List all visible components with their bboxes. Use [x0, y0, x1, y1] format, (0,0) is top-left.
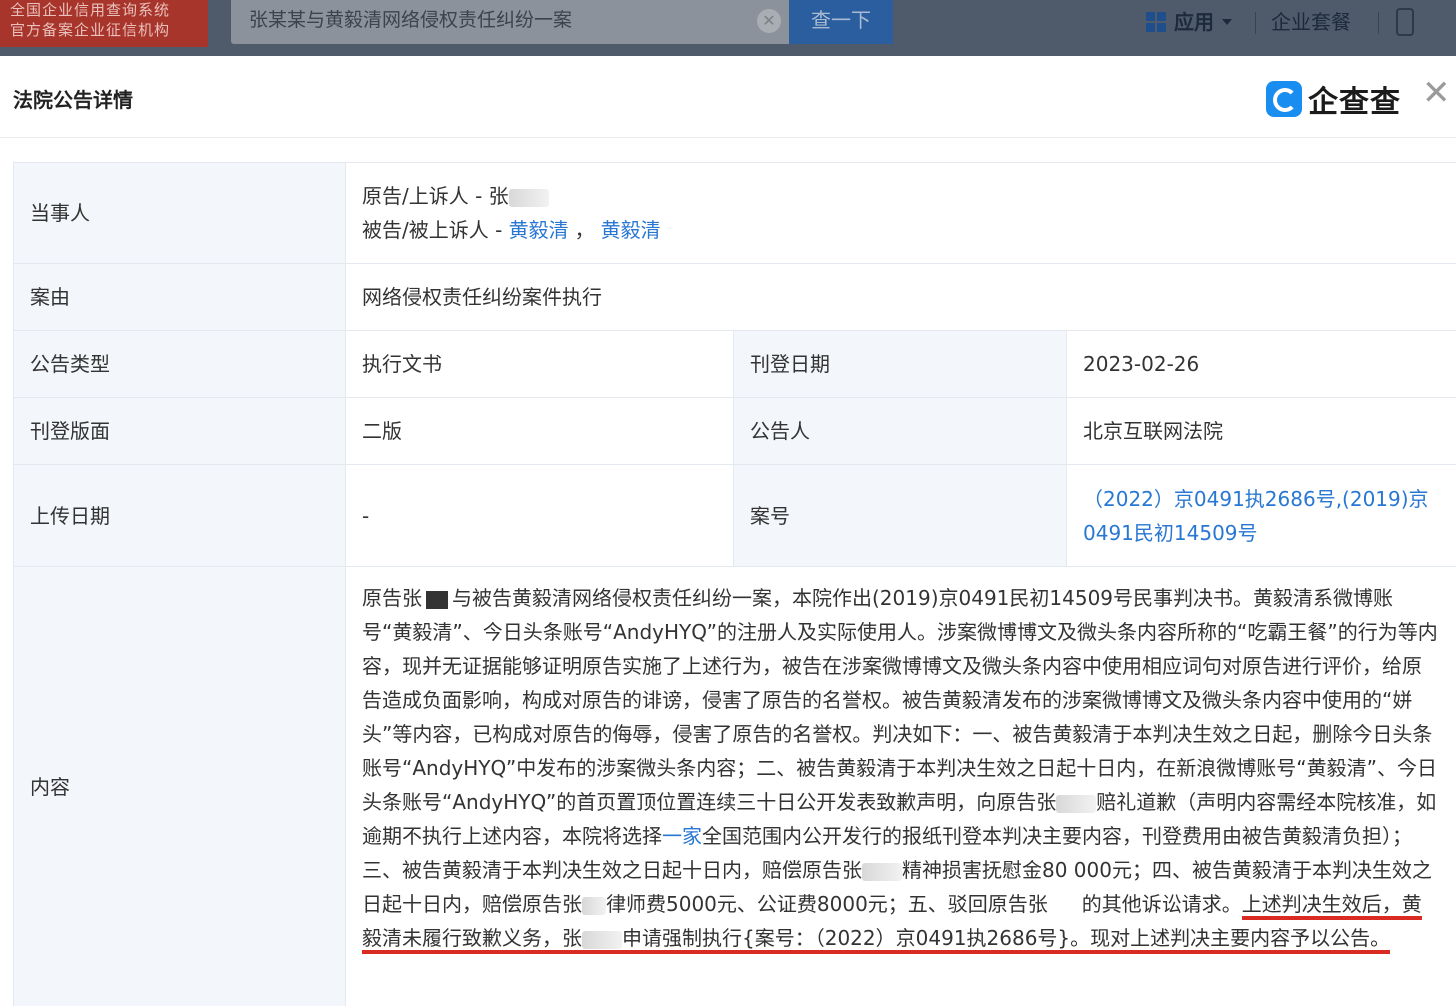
brand-name: 企查查	[1308, 85, 1401, 120]
plaintiff-line: 原告/上诉人 - 张	[362, 179, 1440, 213]
table-row: 上传日期 - 案号 （2022）京0491执2686号,(2019)京0491民…	[13, 464, 1456, 567]
apps-menu[interactable]: 应用	[1146, 8, 1232, 36]
redacted-name	[508, 188, 549, 207]
content-text: 申请强制执行{案号：（2022）京0491执2686号}。现对上述判决主要内容予…	[622, 926, 1391, 950]
redacted-name	[1047, 896, 1082, 915]
defendant-line: 被告/被上诉人 - 黄毅清，黄毅清	[362, 213, 1440, 247]
redacted-name	[582, 930, 622, 949]
divider	[1378, 12, 1379, 34]
defendant-link-2[interactable]: 黄毅清	[601, 218, 661, 242]
divider	[1255, 12, 1256, 34]
site-logo[interactable]: 全国企业信用查询系统 官方备案企业征信机构	[0, 0, 208, 47]
page-label: 刊登版面	[13, 397, 346, 465]
content-text: 律师费5000元、公证费8000元；五、驳回原告张	[606, 892, 1048, 916]
chevron-down-icon	[1222, 19, 1232, 25]
type-label: 公告类型	[13, 330, 346, 398]
table-row: 当事人 原告/上诉人 - 张 被告/被上诉人 - 黄毅清，黄毅清	[13, 162, 1456, 264]
modal-title: 法院公告详情	[13, 88, 133, 112]
pub-date-label: 刊登日期	[733, 330, 1067, 398]
case-no-link[interactable]: （2022）京0491执2686号,(2019)京0491民初14509号	[1065, 464, 1456, 567]
table-row: 案由 网络侵权责任纠纷案件执行	[13, 263, 1456, 331]
court-notice-modal: 法院公告详情 企查查 ✕ 当事人 原告/上诉人 - 张 被告/被上诉人 - 黄毅…	[0, 56, 1456, 1006]
table-row: 公告类型 执行文书 刊登日期 2023-02-26	[13, 330, 1456, 398]
party-label: 当事人	[13, 162, 346, 264]
content-label: 内容	[13, 566, 346, 1006]
clear-search-icon[interactable]: ✕	[757, 9, 781, 33]
content-value: 原告张 与被告黄毅清网络侵权责任纠纷一案，本院作出(2019)京0491民初145…	[344, 566, 1456, 1006]
detail-table: 当事人 原告/上诉人 - 张 被告/被上诉人 - 黄毅清，黄毅清 案由 网络侵权…	[13, 162, 1456, 1006]
case-no-label: 案号	[733, 464, 1067, 567]
type-value: 执行文书	[345, 330, 734, 398]
content-text: 的其他诉讼请求。	[1081, 892, 1242, 916]
content-link[interactable]: 一家	[662, 824, 702, 848]
close-icon[interactable]: ✕	[1422, 76, 1456, 110]
redacted-name	[426, 590, 448, 609]
announcer-label: 公告人	[733, 397, 1067, 465]
defendant-link-1[interactable]: 黄毅清	[509, 218, 569, 242]
cause-label: 案由	[13, 263, 346, 331]
pub-date-value: 2023-02-26	[1065, 330, 1456, 398]
announcer-value: 北京互联网法院	[1065, 397, 1456, 465]
logo-line-1: 全国企业信用查询系统	[10, 1, 171, 19]
redacted-name	[1056, 794, 1097, 813]
search-input[interactable]: 张某某与黄毅清网络侵权责任纠纷一案	[231, 0, 789, 44]
qichacha-logo-icon	[1266, 81, 1302, 117]
modal-header: 法院公告详情 企查查 ✕	[0, 56, 1456, 138]
apps-grid-icon	[1146, 12, 1166, 32]
mobile-icon[interactable]	[1396, 8, 1414, 36]
page-value: 二版	[345, 397, 734, 465]
redacted-name	[862, 862, 902, 881]
plaintiff-text: 原告/上诉人 - 张	[362, 184, 509, 208]
search-button[interactable]: 查一下	[789, 0, 893, 44]
upload-label: 上传日期	[13, 464, 346, 567]
brand-logo: 企查查	[1266, 77, 1401, 121]
defendant-separator: ，	[574, 218, 595, 242]
upload-value: -	[345, 464, 734, 567]
top-search-bar: 全国企业信用查询系统 官方备案企业征信机构 张某某与黄毅清网络侵权责任纠纷一案 …	[0, 0, 1456, 56]
content-text: 与被告黄毅清网络侵权责任纠纷一案，本院作出(2019)京0491民初14509号…	[362, 586, 1438, 814]
party-value: 原告/上诉人 - 张 被告/被上诉人 - 黄毅清，黄毅清	[344, 162, 1456, 264]
defendant-prefix: 被告/被上诉人 -	[362, 218, 509, 242]
table-row: 内容 原告张 与被告黄毅清网络侵权责任纠纷一案，本院作出(2019)京0491民初…	[13, 566, 1456, 1006]
cause-value: 网络侵权责任纠纷案件执行	[344, 263, 1456, 331]
apps-label: 应用	[1174, 10, 1214, 34]
logo-line-2: 官方备案企业征信机构	[10, 21, 171, 39]
content-text: 原告张	[362, 586, 422, 610]
table-row: 刊登版面 二版 公告人 北京互联网法院	[13, 397, 1456, 465]
redacted-name	[582, 896, 606, 915]
package-link[interactable]: 企业套餐	[1271, 8, 1351, 36]
